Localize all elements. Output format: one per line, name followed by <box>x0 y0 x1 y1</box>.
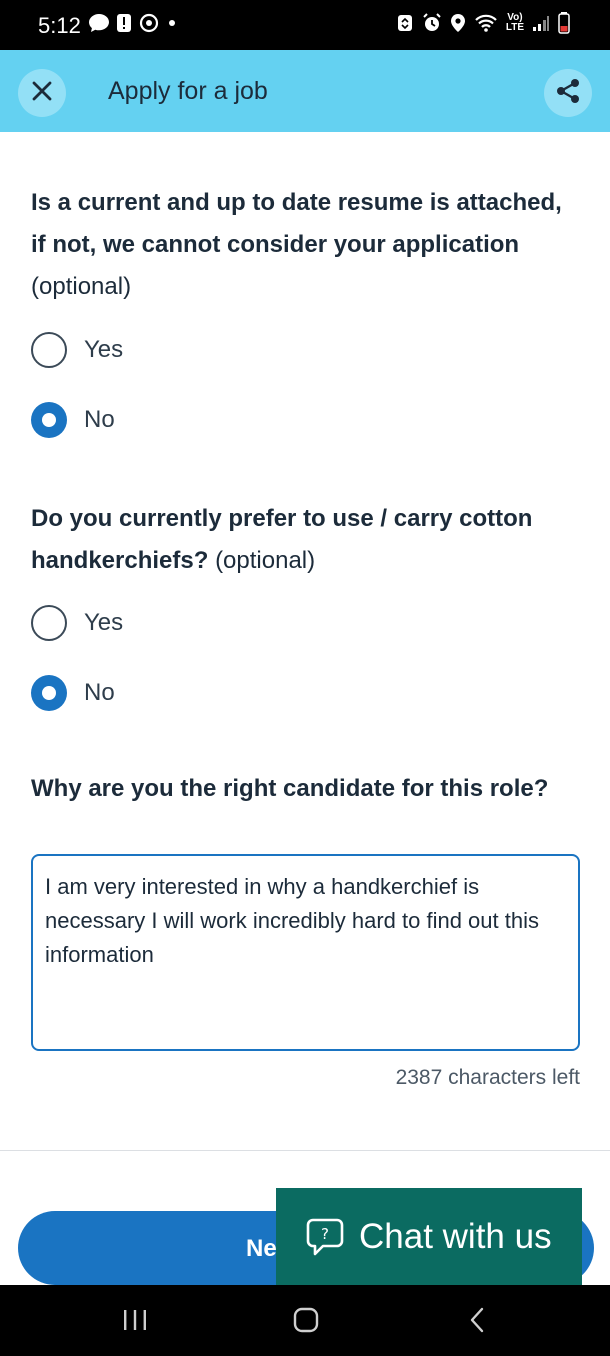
answer-textarea[interactable]: I am very interested in why a handkerchi… <box>31 854 580 1051</box>
radio-option-resume-yes[interactable]: Yes <box>31 330 123 370</box>
system-nav-bar <box>0 1285 610 1356</box>
status-notification-icons <box>88 12 178 34</box>
question-right-candidate: Why are you the right candidate for this… <box>31 768 581 810</box>
radio-label: No <box>84 406 115 433</box>
location-icon <box>450 13 466 33</box>
close-icon <box>31 80 53 107</box>
radio-option-handkerchiefs-no[interactable]: No <box>31 673 115 713</box>
radio-label: No <box>84 679 115 706</box>
characters-left-counter: 2387 characters left <box>395 1066 580 1089</box>
wifi-icon <box>474 13 498 33</box>
battery-icon <box>558 12 570 34</box>
page-title: Apply for a job <box>108 77 268 105</box>
signal-icon <box>532 14 550 32</box>
status-bar: 5:12 Vo) LTE <box>0 0 610 50</box>
recent-apps-icon <box>122 1308 148 1337</box>
radio-label: Yes <box>84 336 124 363</box>
next-button-label: Ne <box>246 1235 277 1262</box>
dot-icon <box>166 17 178 29</box>
alarm-icon <box>422 13 442 33</box>
svg-text:?: ? <box>321 1225 329 1243</box>
help-chat-icon: ? <box>305 1217 345 1257</box>
chat-label: Chat with us <box>359 1216 552 1256</box>
sync-icon <box>138 12 160 34</box>
share-icon <box>554 77 582 110</box>
radio-button[interactable] <box>31 332 67 368</box>
answer-text: I am very interested in why a handkerchi… <box>45 874 539 967</box>
share-button[interactable] <box>544 69 592 117</box>
lte-indicator: Vo) LTE <box>505 12 524 33</box>
question-resume: Is a current and up to date resume is at… <box>31 182 581 308</box>
radio-option-handkerchiefs-yes[interactable]: Yes <box>31 603 123 643</box>
question-handkerchiefs: Do you currently prefer to use / carry c… <box>31 498 581 582</box>
optional-label: (optional) <box>215 547 316 574</box>
question-text: Is a current and up to date resume is at… <box>31 189 562 258</box>
back-button[interactable] <box>457 1307 497 1337</box>
radio-button-selected[interactable] <box>31 402 67 438</box>
chat-bubble-icon <box>88 13 110 33</box>
status-time: 5:12 <box>38 13 81 38</box>
status-system-icons: Vo) LTE <box>396 12 570 34</box>
question-text: Why are you the right candidate for this… <box>31 775 549 802</box>
back-icon <box>468 1307 486 1338</box>
radio-label: Yes <box>84 609 124 636</box>
chat-with-us-button[interactable]: ? Chat with us <box>276 1188 582 1285</box>
optional-label: (optional) <box>31 273 132 300</box>
recycle-icon <box>396 13 414 33</box>
divider <box>0 1150 610 1151</box>
home-icon <box>293 1307 319 1338</box>
radio-option-resume-no[interactable]: No <box>31 400 115 440</box>
recent-apps-button[interactable] <box>115 1307 155 1337</box>
app-bar: Apply for a job <box>0 50 610 132</box>
home-button[interactable] <box>286 1307 326 1337</box>
close-button[interactable] <box>18 69 66 117</box>
alert-icon <box>116 13 132 33</box>
radio-button-selected[interactable] <box>31 675 67 711</box>
radio-button[interactable] <box>31 605 67 641</box>
